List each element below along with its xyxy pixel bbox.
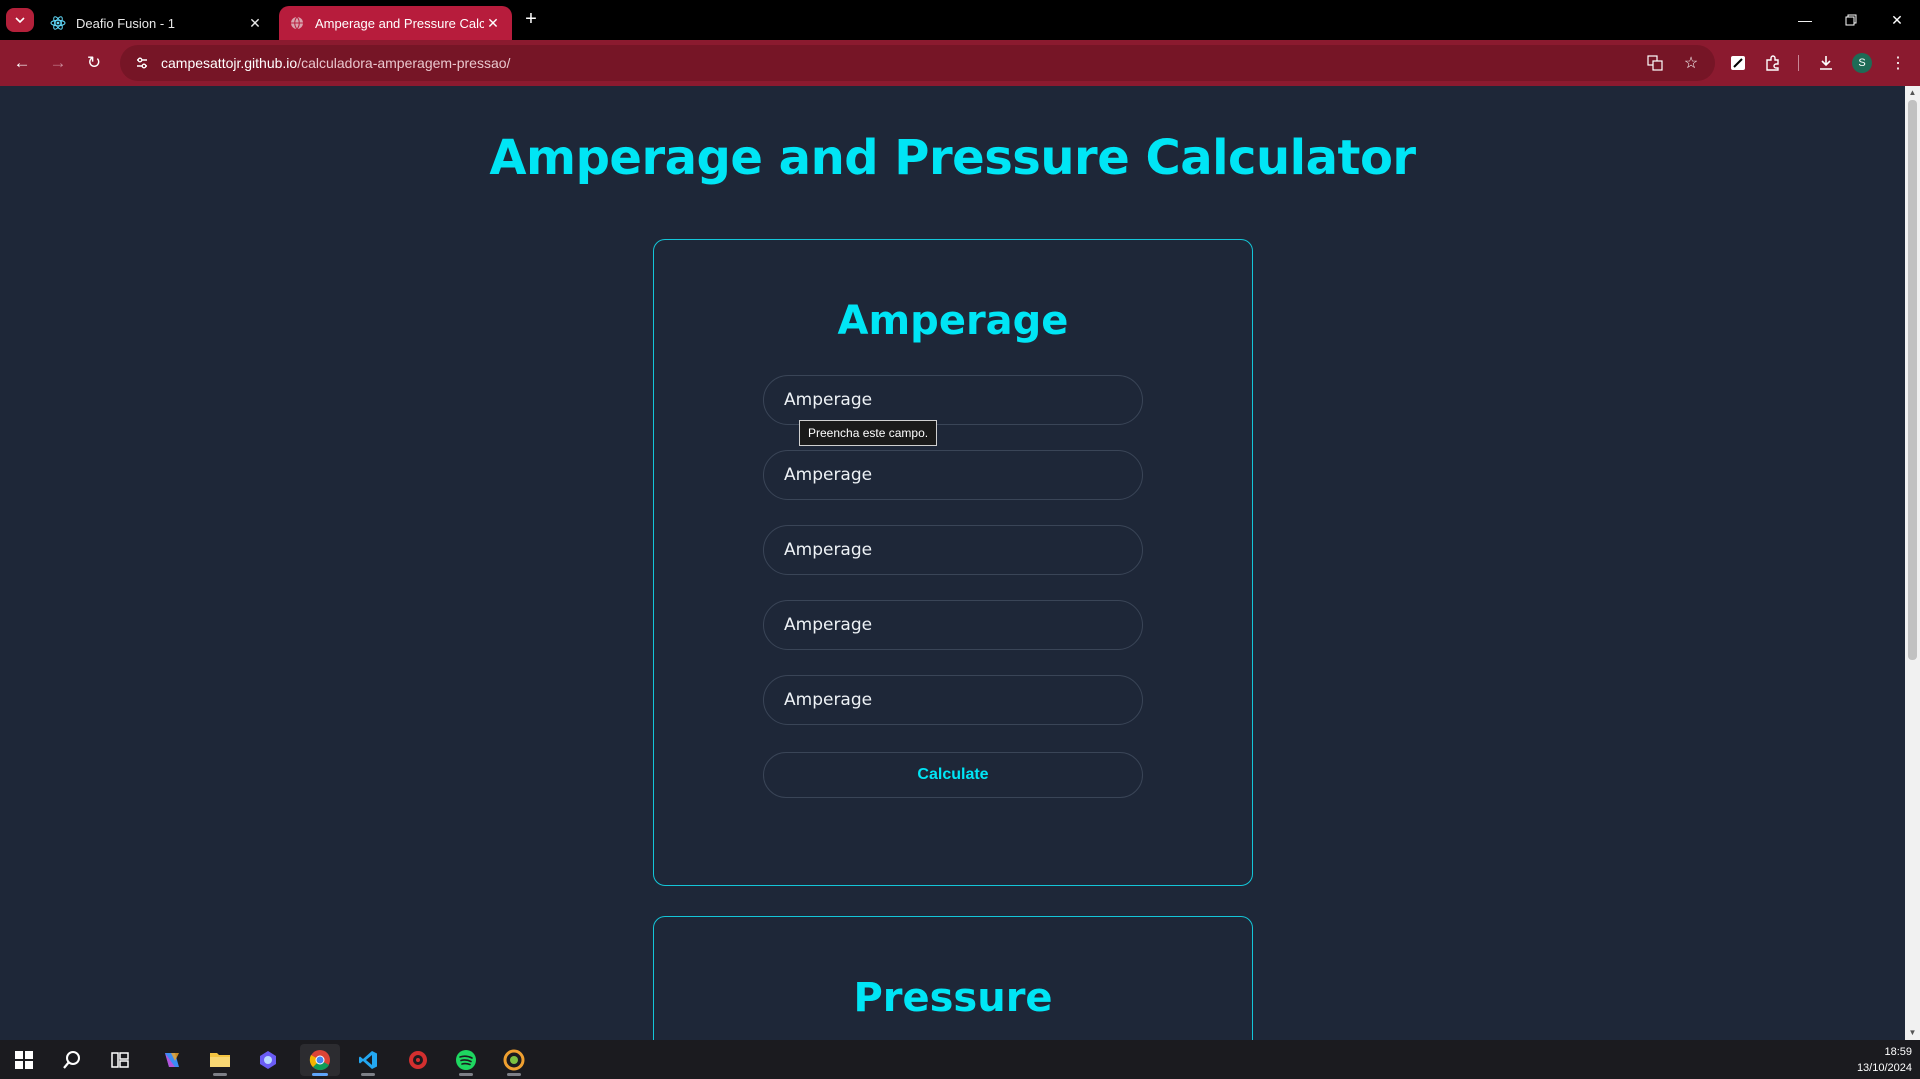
- task-view-icon[interactable]: [100, 1044, 140, 1076]
- running-indicator: [213, 1073, 227, 1076]
- browser-app-icon[interactable]: [494, 1044, 534, 1076]
- pressure-card-title: Pressure: [853, 975, 1053, 1021]
- spotify-icon[interactable]: [446, 1044, 486, 1076]
- clock-time: 18:59: [1884, 1046, 1912, 1058]
- amperage-input-4[interactable]: [763, 600, 1143, 650]
- restore-icon[interactable]: [1828, 0, 1874, 40]
- extension-icon[interactable]: [1727, 52, 1749, 74]
- tab-title: Amperage and Pressure Calcula: [315, 15, 484, 31]
- tab-strip: Deafio Fusion - 1 ✕ Amperage and Pressur…: [0, 0, 1920, 40]
- star-icon[interactable]: ☆: [1681, 53, 1701, 73]
- amperage-card-title: Amperage: [837, 298, 1069, 344]
- amperage-input-5[interactable]: [763, 675, 1143, 725]
- profile-avatar[interactable]: S: [1852, 53, 1872, 73]
- taskbar: 18:59 13/10/2024: [0, 1040, 1920, 1079]
- running-indicator: [361, 1073, 375, 1076]
- running-indicator: [507, 1073, 521, 1076]
- page-title: Amperage and Pressure Calculator: [489, 130, 1416, 186]
- reload-icon[interactable]: ↻: [82, 51, 106, 75]
- close-window-icon[interactable]: ✕: [1874, 0, 1920, 40]
- calculate-button[interactable]: Calculate: [763, 752, 1143, 798]
- minimize-icon[interactable]: —: [1782, 0, 1828, 40]
- chevron-down-icon: [15, 17, 25, 24]
- copilot-icon[interactable]: [152, 1044, 192, 1076]
- tab-deafio-fusion[interactable]: Deafio Fusion - 1 ✕: [40, 6, 274, 40]
- page-viewport: Amperage and Pressure Calculator Amperag…: [0, 86, 1905, 1040]
- vscode-icon[interactable]: [348, 1044, 388, 1076]
- media-app-icon[interactable]: [398, 1044, 438, 1076]
- running-indicator: [312, 1073, 328, 1076]
- more-menu-icon[interactable]: ⋮: [1887, 52, 1909, 74]
- site-settings-icon[interactable]: [132, 53, 152, 73]
- url-path: /calculadora-amperagem-pressao/: [297, 55, 511, 71]
- back-arrow-icon[interactable]: ←: [10, 51, 34, 75]
- globe-icon: [289, 15, 305, 31]
- scroll-down-icon[interactable]: ▼: [1908, 1028, 1917, 1037]
- clock-date: 13/10/2024: [1856, 1062, 1912, 1074]
- validation-tooltip: Preencha este campo.: [799, 420, 938, 446]
- download-icon[interactable]: [1815, 52, 1837, 74]
- amperage-input-2[interactable]: [763, 450, 1143, 500]
- url-host: campesattojr.github.io: [161, 55, 298, 71]
- address-bar[interactable]: campesattojr.github.io/calculadora-amper…: [120, 45, 1715, 81]
- windows-start-icon[interactable]: [4, 1044, 44, 1076]
- system-clock[interactable]: 18:59 13/10/2024: [1857, 1044, 1912, 1076]
- url-text: campesattojr.github.io/calculadora-amper…: [161, 55, 510, 71]
- toolbar-divider: [1798, 55, 1799, 71]
- browser-toolbar: ← → ↻ campesattojr.github.io/calculadora…: [0, 40, 1920, 86]
- chrome-icon[interactable]: [300, 1044, 340, 1076]
- tab-amperage-calculator[interactable]: Amperage and Pressure Calcula ✕: [279, 6, 512, 40]
- new-tab-button[interactable]: +: [520, 8, 542, 30]
- amperage-input-3[interactable]: [763, 525, 1143, 575]
- tab-title: Deafio Fusion - 1: [76, 15, 175, 31]
- tab-search-button[interactable]: [6, 8, 34, 32]
- scroll-up-icon[interactable]: ▲: [1908, 88, 1917, 97]
- amperage-input-1[interactable]: [763, 375, 1143, 425]
- close-icon[interactable]: ✕: [484, 14, 502, 32]
- app-icon[interactable]: [248, 1044, 288, 1076]
- translate-icon[interactable]: [1645, 53, 1665, 73]
- page-scrollbar[interactable]: ▲ ▼: [1905, 86, 1920, 1040]
- search-icon[interactable]: [52, 1044, 92, 1076]
- forward-arrow-icon[interactable]: →: [46, 51, 70, 75]
- file-explorer-icon[interactable]: [200, 1044, 240, 1076]
- amperage-card: Amperage Calculate: [653, 239, 1253, 886]
- react-icon: [50, 15, 66, 31]
- scroll-thumb[interactable]: [1908, 100, 1917, 660]
- pressure-card: Pressure: [653, 916, 1253, 1040]
- puzzle-icon[interactable]: [1762, 52, 1784, 74]
- close-icon[interactable]: ✕: [246, 14, 264, 32]
- running-indicator: [459, 1073, 473, 1076]
